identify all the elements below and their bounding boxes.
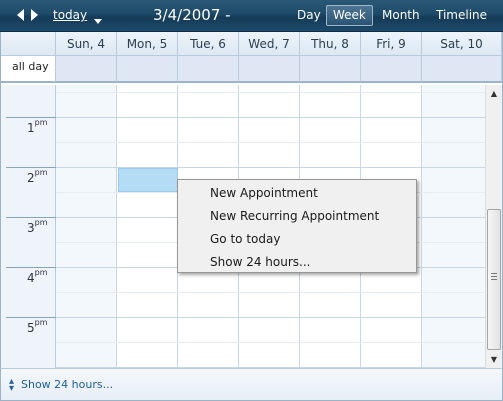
hour-label-3pm: 3pm <box>27 218 48 235</box>
today-dropdown-icon[interactable] <box>94 13 102 27</box>
view-week-button[interactable]: Week <box>326 5 373 26</box>
scroll-up-icon[interactable]: ▲ <box>486 85 502 102</box>
hour-suffix: pm <box>34 118 48 127</box>
hour-divider <box>6 167 56 168</box>
hour-number: 5 <box>27 321 35 335</box>
day-header-tue[interactable]: Tue, 6 <box>178 32 239 56</box>
previous-week-icon[interactable] <box>17 9 27 21</box>
expand-up-down-icon[interactable]: ▴ ▾ <box>9 377 14 394</box>
all-day-cell[interactable] <box>239 56 300 83</box>
hour-divider <box>6 317 56 318</box>
selected-time-slot[interactable] <box>118 168 178 192</box>
view-timeline-button[interactable]: Timeline <box>429 5 494 26</box>
all-day-cell[interactable] <box>178 56 239 83</box>
view-month-button[interactable]: Month <box>375 5 427 26</box>
calendar-footer: ▴ ▾ Show 24 hours... <box>0 368 503 401</box>
hour-label-2pm: 2pm <box>27 168 48 185</box>
calendar-toolbar: today 3/4/2007 - Day Week Month Timeline <box>0 0 503 32</box>
day-header-mon[interactable]: Mon, 5 <box>117 32 178 56</box>
header-corner <box>1 32 56 56</box>
all-day-label: all day <box>1 56 56 83</box>
all-day-cell[interactable] <box>56 56 117 83</box>
grip-icon <box>491 273 497 280</box>
hour-number: 2 <box>27 171 35 185</box>
vertical-scrollbar[interactable]: ▲ ▼ <box>485 85 502 368</box>
menu-item-new-recurring-appointment[interactable]: New Recurring Appointment <box>178 205 416 228</box>
time-gutter: 1pm 2pm 3pm 4pm 5pm <box>1 85 56 368</box>
day-header-sat[interactable]: Sat, 10 <box>422 32 502 56</box>
menu-item-new-appointment[interactable]: New Appointment <box>178 182 416 205</box>
all-day-cell[interactable] <box>422 56 502 83</box>
hour-label-1pm: 1pm <box>27 118 48 135</box>
next-week-icon[interactable] <box>31 9 41 21</box>
today-link[interactable]: today <box>53 8 87 22</box>
hour-number: 4 <box>27 271 35 285</box>
all-day-cell[interactable] <box>361 56 422 83</box>
all-day-cell[interactable] <box>300 56 361 83</box>
hour-label-5pm: 5pm <box>27 318 48 335</box>
day-header-thu[interactable]: Thu, 8 <box>300 32 361 56</box>
hour-divider <box>6 267 56 268</box>
day-header-wed[interactable]: Wed, 7 <box>239 32 300 56</box>
hour-suffix: pm <box>34 168 48 177</box>
hour-suffix: pm <box>34 218 48 227</box>
hour-number: 1 <box>27 121 35 135</box>
hour-suffix: pm <box>34 318 48 327</box>
scroll-down-icon[interactable]: ▼ <box>486 351 502 368</box>
hour-divider <box>6 217 56 218</box>
all-day-cell[interactable] <box>117 56 178 83</box>
hour-divider <box>6 117 56 118</box>
menu-item-go-to-today[interactable]: Go to today <box>178 228 416 251</box>
day-header-sun[interactable]: Sun, 4 <box>56 32 117 56</box>
context-menu: New Appointment New Recurring Appointmen… <box>177 179 417 273</box>
hour-number: 3 <box>27 221 35 235</box>
show-24-hours-link[interactable]: Show 24 hours... <box>21 378 113 391</box>
hour-label-4pm: 4pm <box>27 268 48 285</box>
menu-item-show-24-hours[interactable]: Show 24 hours... <box>178 251 416 274</box>
scrollbar-thumb[interactable] <box>487 209 501 350</box>
view-day-button[interactable]: Day <box>290 5 328 26</box>
day-header-fri[interactable]: Fri, 9 <box>361 32 422 56</box>
date-range-title: 3/4/2007 - <box>153 6 231 24</box>
hour-suffix: pm <box>34 268 48 277</box>
